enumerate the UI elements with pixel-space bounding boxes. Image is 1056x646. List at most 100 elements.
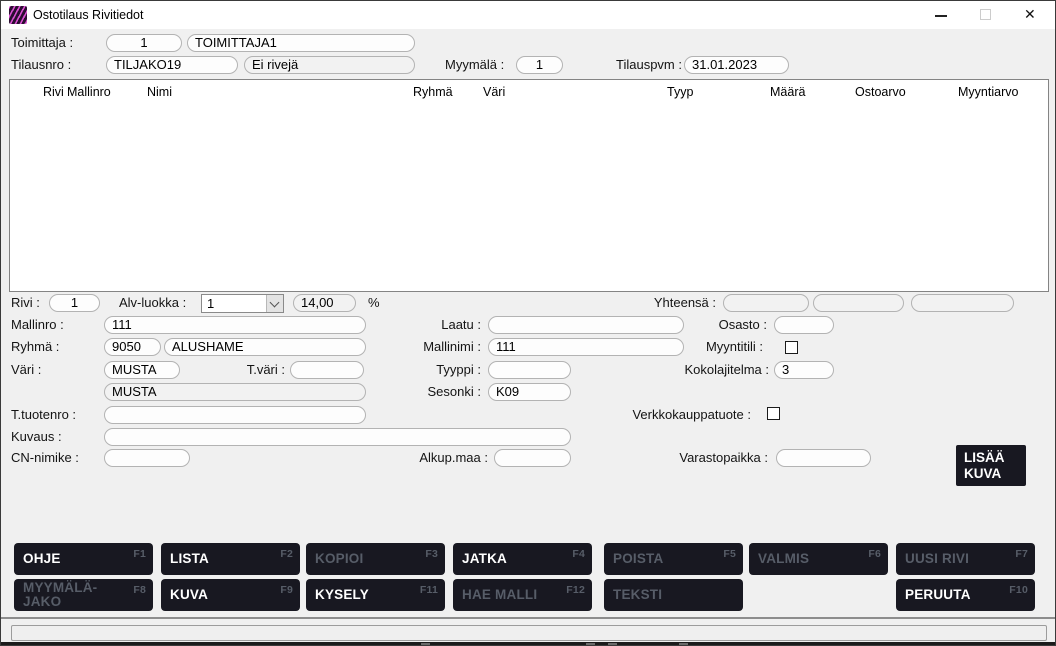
- tilauspvm-label: Tilauspvm :: [616, 56, 682, 74]
- column-header-rivi: Rivi: [43, 85, 64, 99]
- fbutton-label: OHJE: [23, 552, 61, 566]
- fkey-badge: F12: [566, 583, 585, 597]
- fbutton-valmis: VALMISF6: [749, 543, 888, 575]
- toimittaja-label: Toimittaja :: [11, 34, 73, 52]
- yhteensa-label: Yhteensä :: [641, 294, 716, 312]
- order-rows-table[interactable]: RiviMallinroNimiRyhmäVäriTyypMääräOstoar…: [9, 79, 1049, 292]
- fbutton-uusi-rivi: UUSI RIVIF7: [896, 543, 1035, 575]
- vari-name-field: MUSTA: [104, 383, 366, 401]
- taskbar-edge: [1, 642, 1055, 646]
- myymala-label: Myymälä :: [445, 56, 504, 74]
- t-tuotenro-field[interactable]: [104, 406, 366, 424]
- yhteensa-field-1: [723, 294, 809, 312]
- fbutton-label: VALMIS: [758, 552, 809, 566]
- column-header-tyyp: Tyyp: [667, 85, 693, 99]
- mallinimi-field[interactable]: 111: [488, 338, 684, 356]
- fbutton-lista[interactable]: LISTA F2: [161, 543, 300, 575]
- fbutton-label: MYYMÄLÄ-JAKO: [23, 581, 123, 609]
- fbutton-label: PERUUTA: [905, 588, 971, 602]
- fbutton-label: POISTA: [613, 552, 663, 566]
- toimittaja-name-field[interactable]: TOIMITTAJA1: [187, 34, 415, 52]
- close-button[interactable]: ✕: [1016, 1, 1050, 27]
- column-header-nimi: Nimi: [147, 85, 172, 99]
- alv-percent-field: 14,00: [293, 294, 356, 312]
- osasto-field[interactable]: [774, 316, 834, 334]
- fbutton-label: UUSI RIVI: [905, 552, 969, 566]
- fbutton-jatka[interactable]: JATKAF4: [453, 543, 592, 575]
- rivi-label: Rivi :: [11, 294, 40, 312]
- chevron-down-icon[interactable]: [266, 295, 283, 312]
- fkey-badge: F2: [280, 547, 293, 561]
- fkey-badge: F9: [280, 583, 293, 597]
- kokolajitelma-field[interactable]: 3: [774, 361, 834, 379]
- tilauspvm-field[interactable]: 31.01.2023: [684, 56, 789, 74]
- ryhma-code-field[interactable]: 9050: [104, 338, 161, 356]
- t-tuotenro-label: T.tuotenro :: [11, 406, 76, 424]
- myyntitili-checkbox[interactable]: [785, 341, 798, 354]
- alv-luokka-label: Alv-luokka :: [119, 294, 186, 312]
- toimittaja-code-field[interactable]: 1: [106, 34, 182, 52]
- minimize-icon: [935, 15, 947, 17]
- lisaa-kuva-line2: KUVA: [964, 466, 1026, 482]
- lisaa-kuva-line1: LISÄÄ: [964, 450, 1026, 466]
- fbutton-peruuta[interactable]: PERUUTA F10: [896, 579, 1035, 611]
- fkey-badge: F10: [1009, 583, 1028, 597]
- titlebar: Ostotilaus Rivitiedot ✕: [1, 1, 1055, 29]
- alv-luokka-select[interactable]: 1: [201, 294, 284, 313]
- osasto-label: Osasto :: [691, 316, 767, 334]
- laatu-field[interactable]: [488, 316, 684, 334]
- column-header-mallinro: Mallinro: [67, 85, 111, 99]
- tyyppi-field[interactable]: [488, 361, 571, 379]
- rows-status-field: Ei rivejä: [244, 56, 415, 74]
- fbutton-label: HAE MALLI: [462, 588, 537, 602]
- ostotilaus-rivitiedot-window: Ostotilaus Rivitiedot ✕ Toimittaja : 1 T…: [0, 0, 1056, 646]
- tilausnro-field[interactable]: TILJAKO19: [106, 56, 238, 74]
- kokolajitelma-label: Kokolajitelma :: [661, 361, 769, 379]
- yhteensa-field-2: [813, 294, 904, 312]
- myymala-field[interactable]: 1: [516, 56, 563, 74]
- maximize-icon: [980, 9, 991, 20]
- fbutton-ohje[interactable]: OHJEF1: [14, 543, 153, 575]
- column-header-ryhmä: Ryhmä: [413, 85, 453, 99]
- yhteensa-field-3: [911, 294, 1014, 312]
- t-vari-label: T.väri :: [219, 361, 285, 379]
- varastopaikka-label: Varastopaikka :: [661, 449, 768, 467]
- alkup-maa-field[interactable]: [494, 449, 571, 467]
- fkey-badge: F5: [723, 547, 736, 561]
- vari-field[interactable]: MUSTA: [104, 361, 180, 379]
- alv-luokka-value: 1: [207, 296, 214, 311]
- laatu-label: Laatu :: [401, 316, 481, 334]
- fbutton-kysely[interactable]: KYSELYF11: [306, 579, 445, 611]
- minimize-button[interactable]: [924, 1, 958, 27]
- fbutton-kopioi: KOPIOIF3: [306, 543, 445, 575]
- fbutton-teksti: TEKSTI: [604, 579, 743, 611]
- kuvaus-field[interactable]: [104, 428, 571, 446]
- fbutton-hae-malli: HAE MALLI F12: [453, 579, 592, 611]
- alkup-maa-label: Alkup.maa :: [408, 449, 488, 467]
- column-header-määrä: Määrä: [770, 85, 805, 99]
- fbutton-kuva[interactable]: KUVA F9: [161, 579, 300, 611]
- status-separator: [1, 617, 1055, 619]
- fbutton-label: LISTA: [170, 552, 209, 566]
- lisaa-kuva-button[interactable]: LISÄÄ KUVA: [956, 445, 1026, 486]
- table-body[interactable]: [10, 102, 1048, 291]
- rivi-field[interactable]: 1: [49, 294, 100, 312]
- cn-nimike-field[interactable]: [104, 449, 190, 467]
- varastopaikka-field[interactable]: [776, 449, 871, 467]
- fbutton-poista: POISTA F5: [604, 543, 743, 575]
- fkey-badge: F4: [572, 547, 585, 561]
- ryhma-name-field[interactable]: ALUSHAME: [164, 338, 366, 356]
- t-vari-field[interactable]: [290, 361, 364, 379]
- tyyppi-label: Tyyppi :: [401, 361, 481, 379]
- close-icon: ✕: [1024, 6, 1036, 23]
- verkkokauppatuote-label: Verkkokauppatuote :: [621, 406, 751, 424]
- sesonki-field[interactable]: K09: [488, 383, 571, 401]
- app-icon: [9, 6, 27, 24]
- vari-label: Väri :: [11, 361, 41, 379]
- mallinro-field[interactable]: 111: [104, 316, 366, 334]
- tilausnro-label: Tilausnro :: [11, 56, 71, 74]
- fbutton-label: KUVA: [170, 588, 208, 602]
- verkkokauppatuote-checkbox[interactable]: [767, 407, 780, 420]
- column-header-väri: Väri: [483, 85, 505, 99]
- status-bar: [11, 625, 1047, 641]
